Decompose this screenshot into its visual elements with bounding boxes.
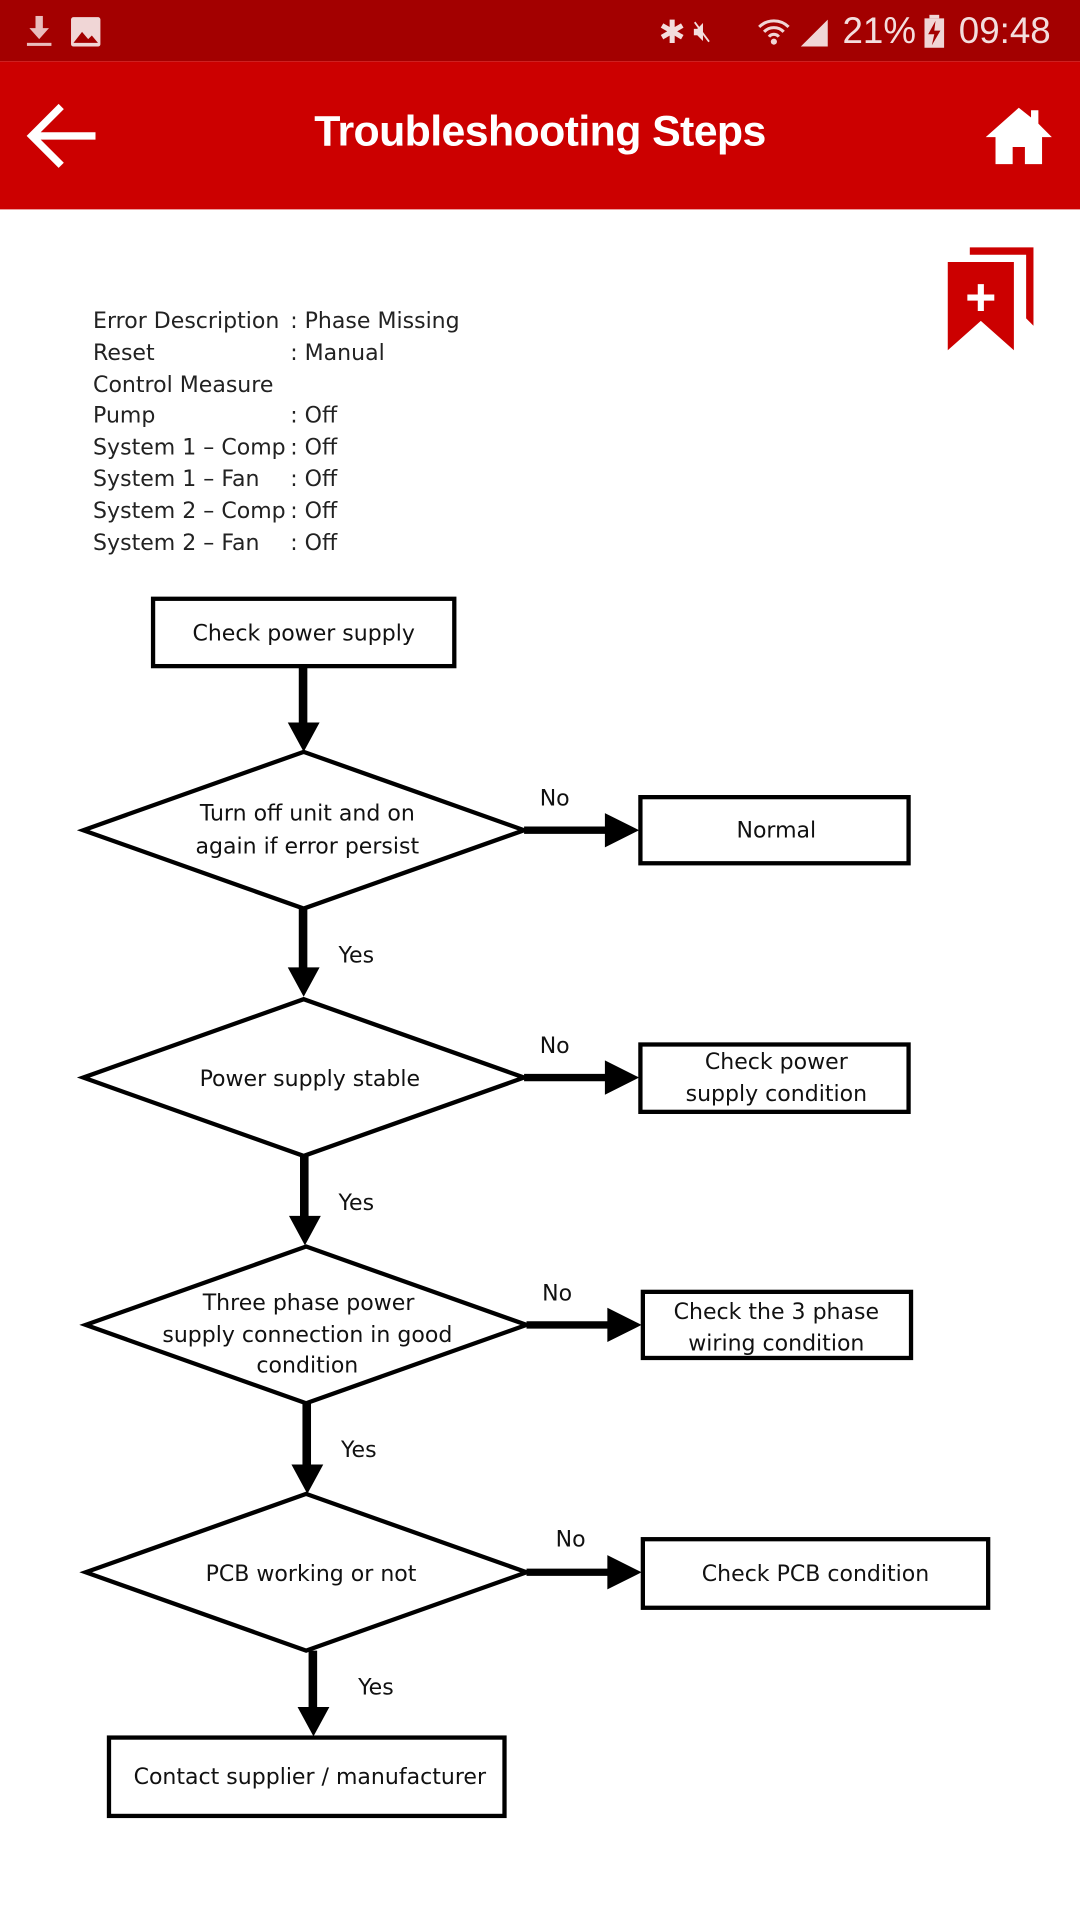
action-label: Normal	[736, 819, 816, 844]
decision-label: again if error persist	[196, 834, 420, 859]
action-label: supply condition	[686, 1082, 867, 1107]
arrow-down	[287, 908, 320, 997]
no-label: No	[540, 787, 570, 812]
flowchart: Check power supply Turn off unit and on …	[76, 596, 991, 1819]
arrow-right	[524, 1060, 640, 1095]
action-label: Check PCB condition	[702, 1562, 929, 1587]
arrow-right	[526, 1555, 642, 1590]
arrow-right	[526, 1307, 642, 1343]
yes-label: Yes	[357, 1676, 394, 1701]
no-label: No	[542, 1281, 572, 1306]
arrow-right	[524, 813, 640, 848]
decision-label: PCB working or not	[206, 1562, 417, 1587]
decision-label: supply connection in good	[162, 1323, 452, 1348]
arrow-down	[287, 666, 320, 752]
decision-label: condition	[256, 1354, 358, 1379]
arrow-down	[297, 1650, 330, 1737]
decision-label: Turn off unit and on	[199, 801, 415, 826]
yes-label: Yes	[338, 1191, 375, 1216]
arrow-down	[291, 1403, 324, 1494]
decision-diamond	[76, 749, 531, 911]
end-label: Contact supplier / manufacturer	[134, 1765, 487, 1790]
yes-label: Yes	[338, 943, 375, 968]
action-label: wiring condition	[688, 1332, 864, 1357]
decision-label: Power supply stable	[200, 1067, 420, 1092]
no-label: No	[540, 1034, 570, 1059]
action-label: Check the 3 phase	[674, 1300, 879, 1325]
yes-label: Yes	[340, 1438, 377, 1463]
decision-label: Three phase power	[202, 1291, 416, 1316]
no-label: No	[556, 1528, 586, 1553]
arrow-down	[288, 1155, 321, 1246]
start-label: Check power supply	[192, 621, 414, 646]
action-label: Check power	[705, 1050, 849, 1075]
